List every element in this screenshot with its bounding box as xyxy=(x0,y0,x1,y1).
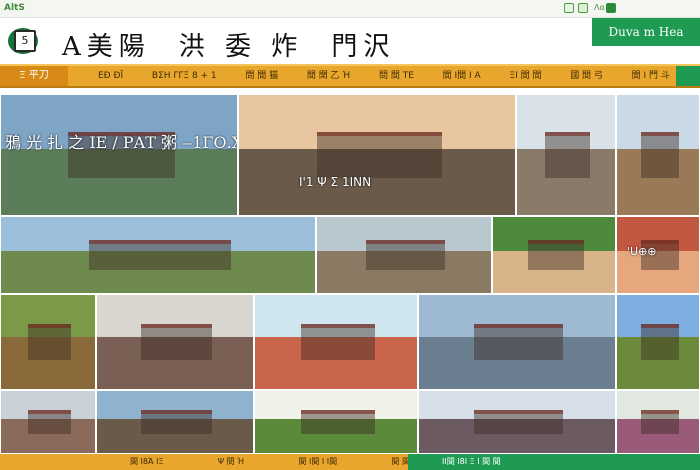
photo-caption: 鴉 光 扎 之 IE / ΡΑΤ 粥 ‒1ΓΟ.Χ xyxy=(5,133,238,152)
nav-items: ΕĐ ĐĪ ΒΣΗ ΓΓΞ 8 + 1 問 間 猫 間 関 乙 Ή 問 間 ΤΕ 間 Ι間… xyxy=(98,66,670,86)
nav-item-7[interactable]: ΞΙ 間 間 xyxy=(509,66,541,86)
photo-subject xyxy=(528,240,584,270)
site-header: G 5 Α美陽洪 委 炸門沢 Duva m Hea xyxy=(0,18,700,64)
top-strip: AltS Λα xyxy=(0,0,700,18)
title-part-3: 門沢 xyxy=(331,32,396,62)
nav-item-9[interactable]: 間 Ι 門 斗 xyxy=(632,66,670,86)
photo-subject xyxy=(89,240,231,270)
photo-subject xyxy=(474,324,563,360)
gallery-photo-7[interactable] xyxy=(492,216,616,294)
photo-subject xyxy=(474,410,563,434)
gallery-photo-13[interactable] xyxy=(616,294,700,390)
photo-subject xyxy=(28,324,71,360)
gallery-photo-14[interactable] xyxy=(0,390,96,454)
nav-item-6[interactable]: 間 Ι間 Ι Α xyxy=(443,66,481,86)
photo-subject xyxy=(641,410,679,434)
top-brand: AltS xyxy=(4,3,25,13)
photo-subject xyxy=(641,132,679,178)
footer-bar: 間 Ι8Ά ΙΞ Ψ 問 Ή間 Ι間 Ι Ι間間 間 ΙΙ間 Ι8Ι Ξ Ι 間 … xyxy=(0,454,700,470)
photo-subject xyxy=(28,410,71,434)
nav-item-4[interactable]: 間 関 乙 Ή xyxy=(307,66,350,86)
nav-item-3[interactable]: 問 間 猫 xyxy=(245,66,278,86)
photo-subject xyxy=(141,324,212,360)
share-icon[interactable] xyxy=(578,3,588,13)
photo-subject xyxy=(641,324,679,360)
gallery-photo-12[interactable] xyxy=(418,294,616,390)
gallery-photo-1[interactable]: 鴉 光 扎 之 IE / ΡΑΤ 粥 ‒1ΓΟ.Χ xyxy=(0,94,238,216)
bookmark-icon[interactable] xyxy=(564,3,574,13)
nav-right-cap xyxy=(676,66,700,86)
photo-gallery: 鴉 光 扎 之 IE / ΡΑΤ 粥 ‒1ΓΟ.Χ Ι'1 Ψ Σ 1ΙΝΝ 'U⊕… xyxy=(0,90,700,454)
footer-green-text: ΙΙ間 Ι8Ι Ξ Ι 間 間 xyxy=(442,457,501,466)
gallery-photo-18[interactable] xyxy=(616,390,700,454)
footer-link-2[interactable]: Ψ 問 Ή xyxy=(218,454,244,470)
nav-item-1[interactable]: ΕĐ ĐĪ xyxy=(98,66,123,86)
gallery-photo-16[interactable] xyxy=(254,390,418,454)
gallery-photo-11[interactable] xyxy=(254,294,418,390)
nav-home[interactable]: Ξ 平刀 xyxy=(0,66,68,86)
gallery-photo-10[interactable] xyxy=(96,294,254,390)
nav-item-5[interactable]: 問 間 ΤΕ xyxy=(379,66,414,86)
photo-subject xyxy=(301,324,375,360)
footer-link-1[interactable]: 間 Ι8Ά ΙΞ xyxy=(130,454,164,470)
photo-caption: 'U⊕⊕ xyxy=(627,245,657,258)
photo-subject xyxy=(366,240,445,270)
gallery-photo-3[interactable] xyxy=(516,94,616,216)
gallery-photo-9[interactable] xyxy=(0,294,96,390)
nav-item-8[interactable]: 國 間 弓 xyxy=(570,66,603,86)
logo-mark-icon: 5 xyxy=(14,30,36,52)
photo-subject xyxy=(301,410,375,434)
gallery-photo-4[interactable] xyxy=(616,94,700,216)
gallery-photo-6[interactable] xyxy=(316,216,492,294)
photo-subject xyxy=(545,132,590,178)
footer-link-3[interactable]: 間 Ι間 Ι Ι間 xyxy=(298,454,337,470)
title-part-2: 洪 委 炸 xyxy=(178,32,304,62)
footer-green-panel: ΙΙ間 Ι8Ι Ξ Ι 間 間 xyxy=(408,454,700,470)
photo-caption: Ι'1 Ψ Σ 1ΙΝΝ xyxy=(299,175,372,189)
header-action-button[interactable]: Duva m Hea xyxy=(592,18,700,46)
gallery-photo-17[interactable] xyxy=(418,390,616,454)
top-label: Λα xyxy=(594,3,605,12)
site-title: Α美陽洪 委 炸門沢 xyxy=(62,26,395,63)
photo-subject xyxy=(141,410,212,434)
title-part-1: Α美陽 xyxy=(62,32,151,62)
footer-links: 間 Ι8Ά ΙΞ Ψ 問 Ή間 Ι間 Ι Ι間間 間 xyxy=(130,454,410,470)
main-nav: Ξ 平刀 ΕĐ ĐĪ ΒΣΗ ΓΓΞ 8 + 1 問 間 猫 間 関 乙 Ή 問 間 Τ… xyxy=(0,64,700,88)
gallery-photo-15[interactable] xyxy=(96,390,254,454)
photo-subject xyxy=(317,132,442,178)
gallery-photo-2[interactable]: Ι'1 Ψ Σ 1ΙΝΝ xyxy=(238,94,516,216)
gallery-photo-8[interactable]: 'U⊕⊕ xyxy=(616,216,700,294)
menu-icon[interactable] xyxy=(606,3,616,13)
gallery-photo-5[interactable] xyxy=(0,216,316,294)
nav-item-2[interactable]: ΒΣΗ ΓΓΞ 8 + 1 xyxy=(152,66,217,86)
